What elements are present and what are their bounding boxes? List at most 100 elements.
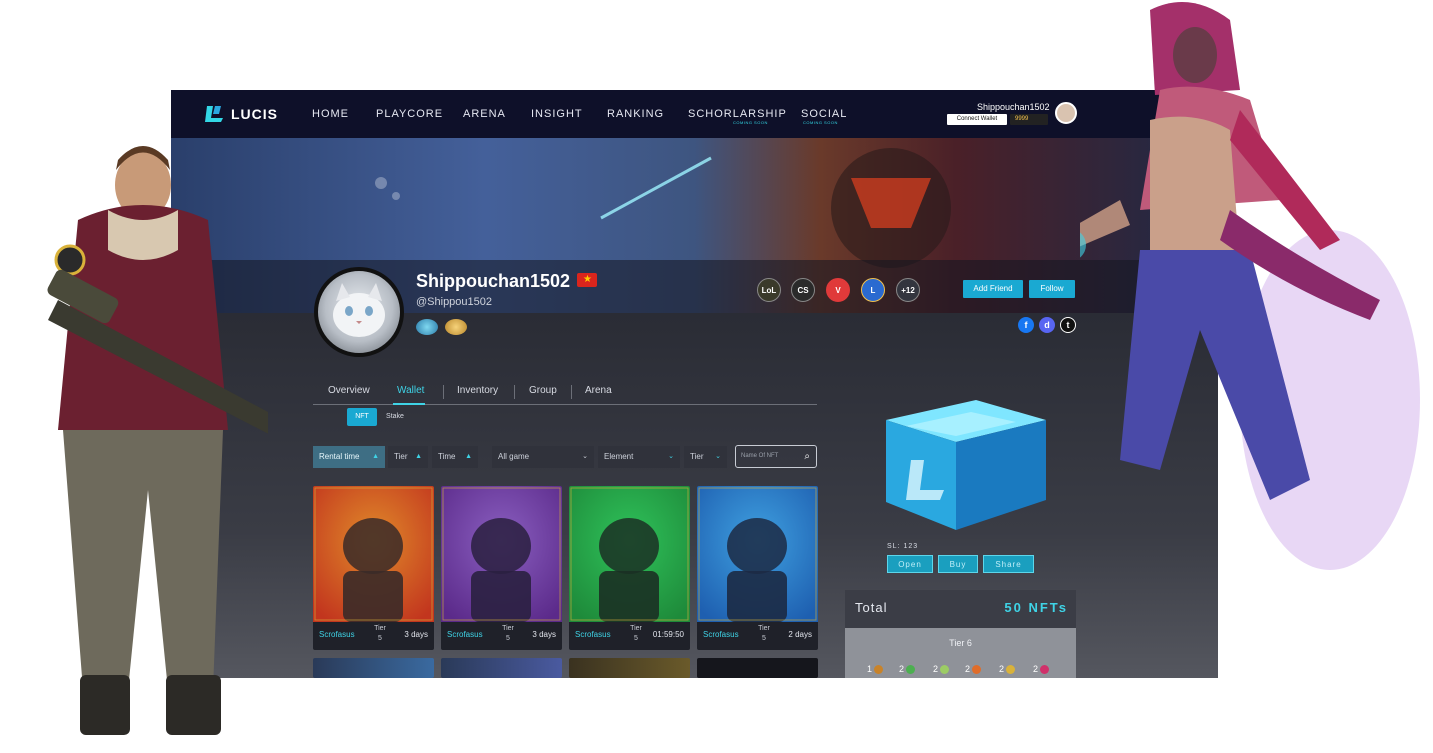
nft-card-tier-value: 5 <box>506 635 510 642</box>
element-icon <box>906 664 916 674</box>
nft-card-artwork <box>569 486 690 622</box>
nft-card-artwork <box>441 486 562 622</box>
follow-button[interactable]: Follow <box>1029 280 1075 298</box>
nft-card[interactable]: Scrofasus Tier 5 3 days <box>441 486 562 650</box>
total-header: Total 50 NFTs <box>845 590 1076 628</box>
app-window: LUCIS HOME PLAYCORE ARENA INSIGHT RANKIN… <box>171 90 1218 678</box>
nft-card-name: Scrofasus <box>575 630 611 639</box>
valorant-icon[interactable]: V <box>826 278 850 302</box>
soldier-character-illustration <box>47 146 268 735</box>
profile-avatar[interactable] <box>314 267 404 357</box>
nft-card-name: Scrofasus <box>447 630 483 639</box>
nft-search-input[interactable]: Name Of NFT ⌕ <box>735 445 817 468</box>
wings-badge-icon <box>416 319 438 335</box>
nft-card-rental-time: 2 days <box>788 630 812 639</box>
tiktok-icon[interactable]: t <box>1060 317 1076 333</box>
subtab-nft[interactable]: NFT <box>347 408 377 426</box>
nft-card-tier: Tier 5 <box>625 624 647 644</box>
nft-card-row2[interactable] <box>569 658 690 678</box>
tier-sort-filter[interactable]: Tier ▲ <box>388 446 428 468</box>
profile-handle: @Shippou1502 <box>416 296 493 308</box>
nft-card[interactable]: Scrofasus Tier 5 3 days <box>313 486 434 650</box>
element-icon <box>1040 664 1050 674</box>
nft-card[interactable]: Scrofasus Tier 5 01:59:50 <box>569 486 690 650</box>
nav-playcore[interactable]: PLAYCORE <box>376 108 443 120</box>
nft-card-rental-time: 3 days <box>404 630 428 639</box>
chest-sl-label: SL: 123 <box>887 543 919 550</box>
nft-card-tier-label: Tier <box>758 625 770 632</box>
element-select[interactable]: Element ⌄ <box>598 446 680 468</box>
nav-home[interactable]: HOME <box>312 108 349 120</box>
tab-inventory[interactable]: Inventory <box>457 385 498 396</box>
lol-wild-rift-icon[interactable]: L <box>861 278 885 302</box>
tier-sort-filter-label: Tier <box>394 452 408 461</box>
tab-group[interactable]: Group <box>529 385 557 396</box>
chevron-down-icon: ⌄ <box>715 453 721 460</box>
open-chest-button[interactable]: Open <box>887 555 933 573</box>
tab-divider <box>443 385 444 399</box>
tier-count: 2 <box>965 664 971 674</box>
connect-wallet-button[interactable]: Connect Wallet <box>947 114 1007 125</box>
top-navbar: LUCIS HOME PLAYCORE ARENA INSIGHT RANKIN… <box>171 90 1218 138</box>
mystery-box-image <box>886 400 1046 530</box>
nft-card-tier-value: 5 <box>378 635 382 642</box>
nav-avatar[interactable] <box>1055 102 1077 124</box>
league-of-legends-icon[interactable]: LoL <box>757 278 781 302</box>
facebook-icon[interactable]: f <box>1018 317 1034 333</box>
nav-username: Shippouchan1502 <box>977 102 1050 112</box>
sort-up-icon: ▲ <box>465 453 472 460</box>
rental-time-filter[interactable]: Rental time ▲ <box>313 446 385 468</box>
nav-social[interactable]: SOCIAL <box>801 108 847 120</box>
nft-card-tier: Tier 5 <box>497 624 519 644</box>
csgo-icon[interactable]: CS <box>791 278 815 302</box>
profile-name: Shippouchan1502 <box>416 271 571 291</box>
element-icon <box>874 664 884 674</box>
nft-card-tier-value: 5 <box>762 635 766 642</box>
nft-card-tier-label: Tier <box>630 625 642 632</box>
nft-card-row2[interactable] <box>441 658 562 678</box>
total-value: 50 NFTs <box>1004 600 1068 615</box>
tier-select[interactable]: Tier ⌄ <box>684 446 727 468</box>
tier-count-item: 2 <box>1033 664 1050 674</box>
tab-wallet[interactable]: Wallet <box>397 385 424 396</box>
flag-star: ★ <box>583 274 592 285</box>
nft-card-tier-label: Tier <box>502 625 514 632</box>
nft-card-artwork <box>313 486 434 622</box>
nft-card-rental-time: 01:59:50 <box>652 630 684 639</box>
element-icon <box>940 664 950 674</box>
sort-up-icon: ▲ <box>415 453 422 460</box>
tier-count-item: 2 <box>965 664 982 674</box>
nft-card-name: Scrofasus <box>319 630 355 639</box>
tab-divider <box>571 385 572 399</box>
time-sort-filter[interactable]: Time ▲ <box>432 446 478 468</box>
lucis-logo-icon <box>205 106 223 122</box>
nft-card-rental-time: 3 days <box>532 630 556 639</box>
game-select[interactable]: All game ⌄ <box>492 446 594 468</box>
discord-icon[interactable]: d <box>1039 317 1055 333</box>
add-friend-button[interactable]: Add Friend <box>963 280 1023 298</box>
profile-tabs: Overview Wallet Inventory Group Arena <box>313 381 817 405</box>
nft-card-row2[interactable] <box>313 658 434 678</box>
nav-arena[interactable]: ARENA <box>463 108 506 120</box>
total-label: Total <box>855 600 888 615</box>
nft-card-tier-value: 5 <box>634 635 638 642</box>
nft-card-tier-label: Tier <box>374 625 386 632</box>
tab-arena[interactable]: Arena <box>585 385 612 396</box>
nft-card-row2[interactable] <box>697 658 818 678</box>
nav-scholarship[interactable]: SCHORLARSHIP <box>688 108 787 120</box>
tab-overview[interactable]: Overview <box>328 385 370 396</box>
share-chest-button[interactable]: Share <box>983 555 1034 573</box>
nft-card[interactable]: Scrofasus Tier 5 2 days <box>697 486 818 650</box>
lucis-logo[interactable]: LUCIS <box>205 104 278 124</box>
tier-count-item: 2 <box>933 664 950 674</box>
tier-count: 2 <box>1033 664 1039 674</box>
tier-count-item: 2 <box>899 664 916 674</box>
buy-chest-button[interactable]: Buy <box>938 555 978 573</box>
tab-active-underline <box>393 403 425 405</box>
nav-ranking[interactable]: RANKING <box>607 108 664 120</box>
nav-insight[interactable]: INSIGHT <box>531 108 583 120</box>
more-games-count[interactable]: +12 <box>896 278 920 302</box>
element-icon <box>1006 664 1016 674</box>
subtab-stake[interactable]: Stake <box>381 408 409 426</box>
search-icon[interactable]: ⌕ <box>804 446 810 467</box>
